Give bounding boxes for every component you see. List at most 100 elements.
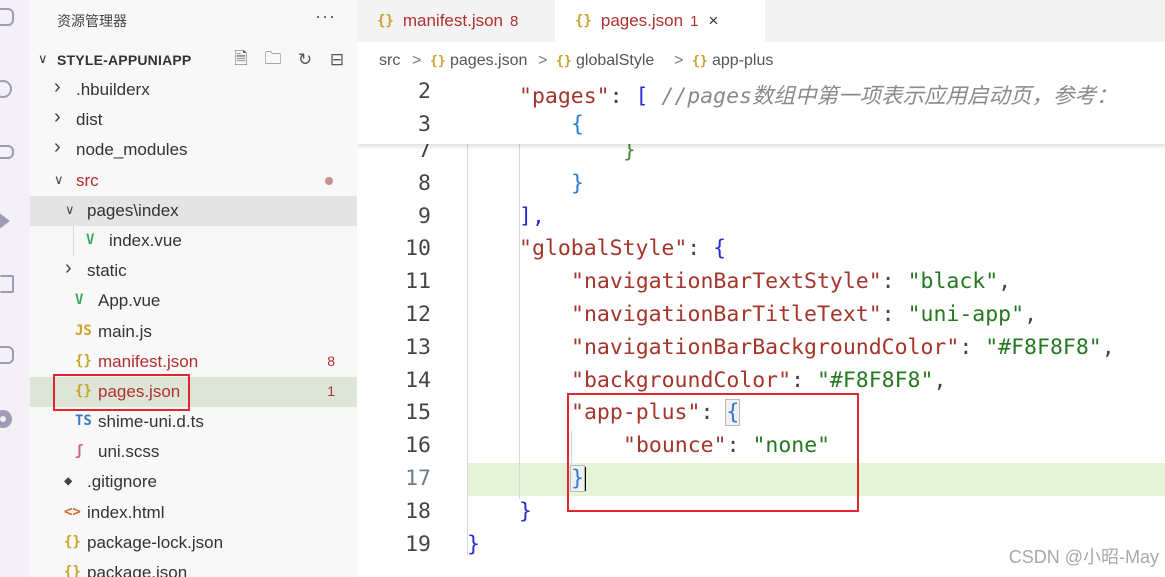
json-file-icon: {} xyxy=(575,13,592,29)
tree-item[interactable]: Vindex.vue xyxy=(30,225,357,256)
line-number: 14 xyxy=(405,367,431,393)
code-punctuation: : xyxy=(791,367,817,393)
tab-manifest-json[interactable]: {} manifest.json 8 xyxy=(357,0,555,42)
watermark: CSDN @小昭-May xyxy=(1008,547,1159,567)
account-icon[interactable] xyxy=(0,410,12,428)
code-text: } xyxy=(571,171,584,196)
tree-item-label: package-lock.json xyxy=(87,532,224,552)
code-text: "navigationBarTitleText": "uni-app", xyxy=(571,302,1037,327)
tree-item[interactable]: › .hbuilderx xyxy=(30,75,357,105)
tree-item[interactable]: V App.vue xyxy=(30,286,357,316)
tree-item[interactable]: ∨ pages\index xyxy=(30,195,357,226)
refresh-icon[interactable]: ↻ xyxy=(294,49,316,71)
project-header[interactable]: ∨ STYLE-APPUNIAPP 🗎 🗀 ↻ ⊟ xyxy=(30,45,357,75)
indent-guide xyxy=(73,225,74,256)
run-debug-icon[interactable] xyxy=(0,212,10,230)
tree-item[interactable]: ʃ uni.scss xyxy=(30,437,357,467)
app-plus-highlight-box xyxy=(567,393,859,512)
chevron-right-icon: > xyxy=(674,52,684,69)
code-punctuation: : xyxy=(959,334,986,360)
line-number: 12 xyxy=(405,302,431,327)
scss-file-icon: ʃ xyxy=(75,443,84,460)
tree-item-label: shime-uni.d.ts xyxy=(98,412,204,432)
breadcrumb-item[interactable]: globalStyle xyxy=(576,52,654,70)
code-line: 8} xyxy=(357,168,1165,201)
extensions-icon[interactable] xyxy=(0,275,14,293)
code-punctuation: [ xyxy=(635,84,649,109)
chevron-right-icon: > xyxy=(412,52,422,69)
tree-item-label: dist xyxy=(76,110,103,130)
tab-pages-json[interactable]: {} pages.json 1 × xyxy=(555,0,765,42)
tree-item[interactable]: <> index.html xyxy=(30,498,357,528)
tree-item[interactable]: ∨ src xyxy=(30,166,357,196)
code-punctuation: , xyxy=(933,367,947,393)
json-file-icon: {} xyxy=(64,564,81,577)
tree-item[interactable]: {} manifest.json 8 xyxy=(30,347,357,377)
code-punctuation: , xyxy=(1101,334,1115,360)
code-text: "pages": [ //pages数组中第一项表示应用启动页，参考： xyxy=(519,79,1118,110)
tree-item[interactable]: › node_modules xyxy=(30,135,357,165)
json-string: "uni-app" xyxy=(907,302,1025,327)
tree-item-label: package.json xyxy=(87,563,188,577)
package-icon[interactable] xyxy=(0,346,14,364)
code-punctuation: : xyxy=(881,269,908,295)
code-punctuation xyxy=(648,84,661,109)
tree-item[interactable]: JS main.js xyxy=(30,317,357,347)
tree-item[interactable]: › static xyxy=(30,256,357,286)
tree-item[interactable]: ◆ .gitignore xyxy=(30,467,357,497)
tree-item-label: node_modules xyxy=(76,140,188,160)
vue-file-icon: V xyxy=(75,292,84,309)
line-number: 3 xyxy=(418,112,431,137)
more-actions-button[interactable]: ··· xyxy=(315,6,336,27)
json-file-icon: {} xyxy=(377,13,394,29)
line-number: 9 xyxy=(418,203,431,229)
breadcrumb-item[interactable]: src xyxy=(379,52,400,70)
line-number: 18 xyxy=(405,498,431,524)
collapse-all-icon[interactable]: ⊟ xyxy=(326,49,348,71)
close-icon[interactable]: × xyxy=(708,11,718,31)
line-number: 11 xyxy=(405,269,431,295)
tab-label: manifest.json xyxy=(402,11,504,30)
code-comment: //pages数组中第一项表示应用启动页，参考： xyxy=(661,84,1118,109)
tree-item-label: main.js xyxy=(98,321,152,341)
tree-item-label: index.html xyxy=(87,502,165,522)
tab-label: pages.json xyxy=(600,11,684,30)
explorer-sidebar: 资源管理器 ··· ∨ STYLE-APPUNIAPP 🗎 🗀 ↻ ⊟ › .hb… xyxy=(30,0,357,577)
code-punctuation: , xyxy=(1024,302,1038,327)
source-control-icon[interactable] xyxy=(0,145,14,159)
breadcrumb-item[interactable]: app-plus xyxy=(712,52,773,70)
code-punctuation: } xyxy=(467,531,480,557)
json-key: "navigationBarTextStyle" xyxy=(571,269,882,295)
code-punctuation: : xyxy=(881,302,908,327)
new-folder-icon[interactable]: 🗀 xyxy=(262,49,284,71)
line-number: 19 xyxy=(405,531,431,557)
code-text: "globalStyle": { xyxy=(519,236,726,261)
line-number: 17 xyxy=(405,466,431,491)
new-file-icon[interactable]: 🗎 xyxy=(230,49,252,71)
indent-guide xyxy=(519,144,520,499)
editor-tabs: {} manifest.json 8 {} pages.json 1 × xyxy=(357,0,1165,42)
line-number: 8 xyxy=(418,170,431,196)
explorer-actions: 🗎 🗀 ↻ ⊟ xyxy=(230,49,348,71)
json-file-icon: {} xyxy=(556,54,572,69)
explorer-icon[interactable] xyxy=(0,8,14,26)
line-number: 10 xyxy=(405,236,431,262)
chevron-down-icon: ∨ xyxy=(54,171,64,187)
line-number: 15 xyxy=(405,400,431,426)
tree-item[interactable]: › dist xyxy=(30,105,357,135)
breadcrumb-item[interactable]: pages.json xyxy=(450,52,527,70)
search-icon[interactable] xyxy=(0,80,12,98)
project-title: STYLE-APPUNIAPP xyxy=(57,52,192,68)
vue-file-icon: V xyxy=(86,231,95,248)
code-text: "backgroundColor": "#F8F8F8", xyxy=(571,368,946,393)
git-file-icon: ◆ xyxy=(64,473,73,490)
tree-item[interactable]: {} package-lock.json xyxy=(30,528,357,558)
line-number: 2 xyxy=(418,79,431,104)
code-text: { xyxy=(571,112,584,137)
file-tree: › .hbuilderx › dist › node_modules ∨ src ∨ pages\… xyxy=(30,75,357,577)
tree-item[interactable]: {} package.json xyxy=(30,558,357,577)
json-key: "navigationBarBackgroundColor" xyxy=(571,334,960,360)
tree-item-label: src xyxy=(76,170,99,190)
code-punctuation: : xyxy=(687,236,714,262)
tree-item[interactable]: TS shime-uni.d.ts xyxy=(30,407,357,437)
